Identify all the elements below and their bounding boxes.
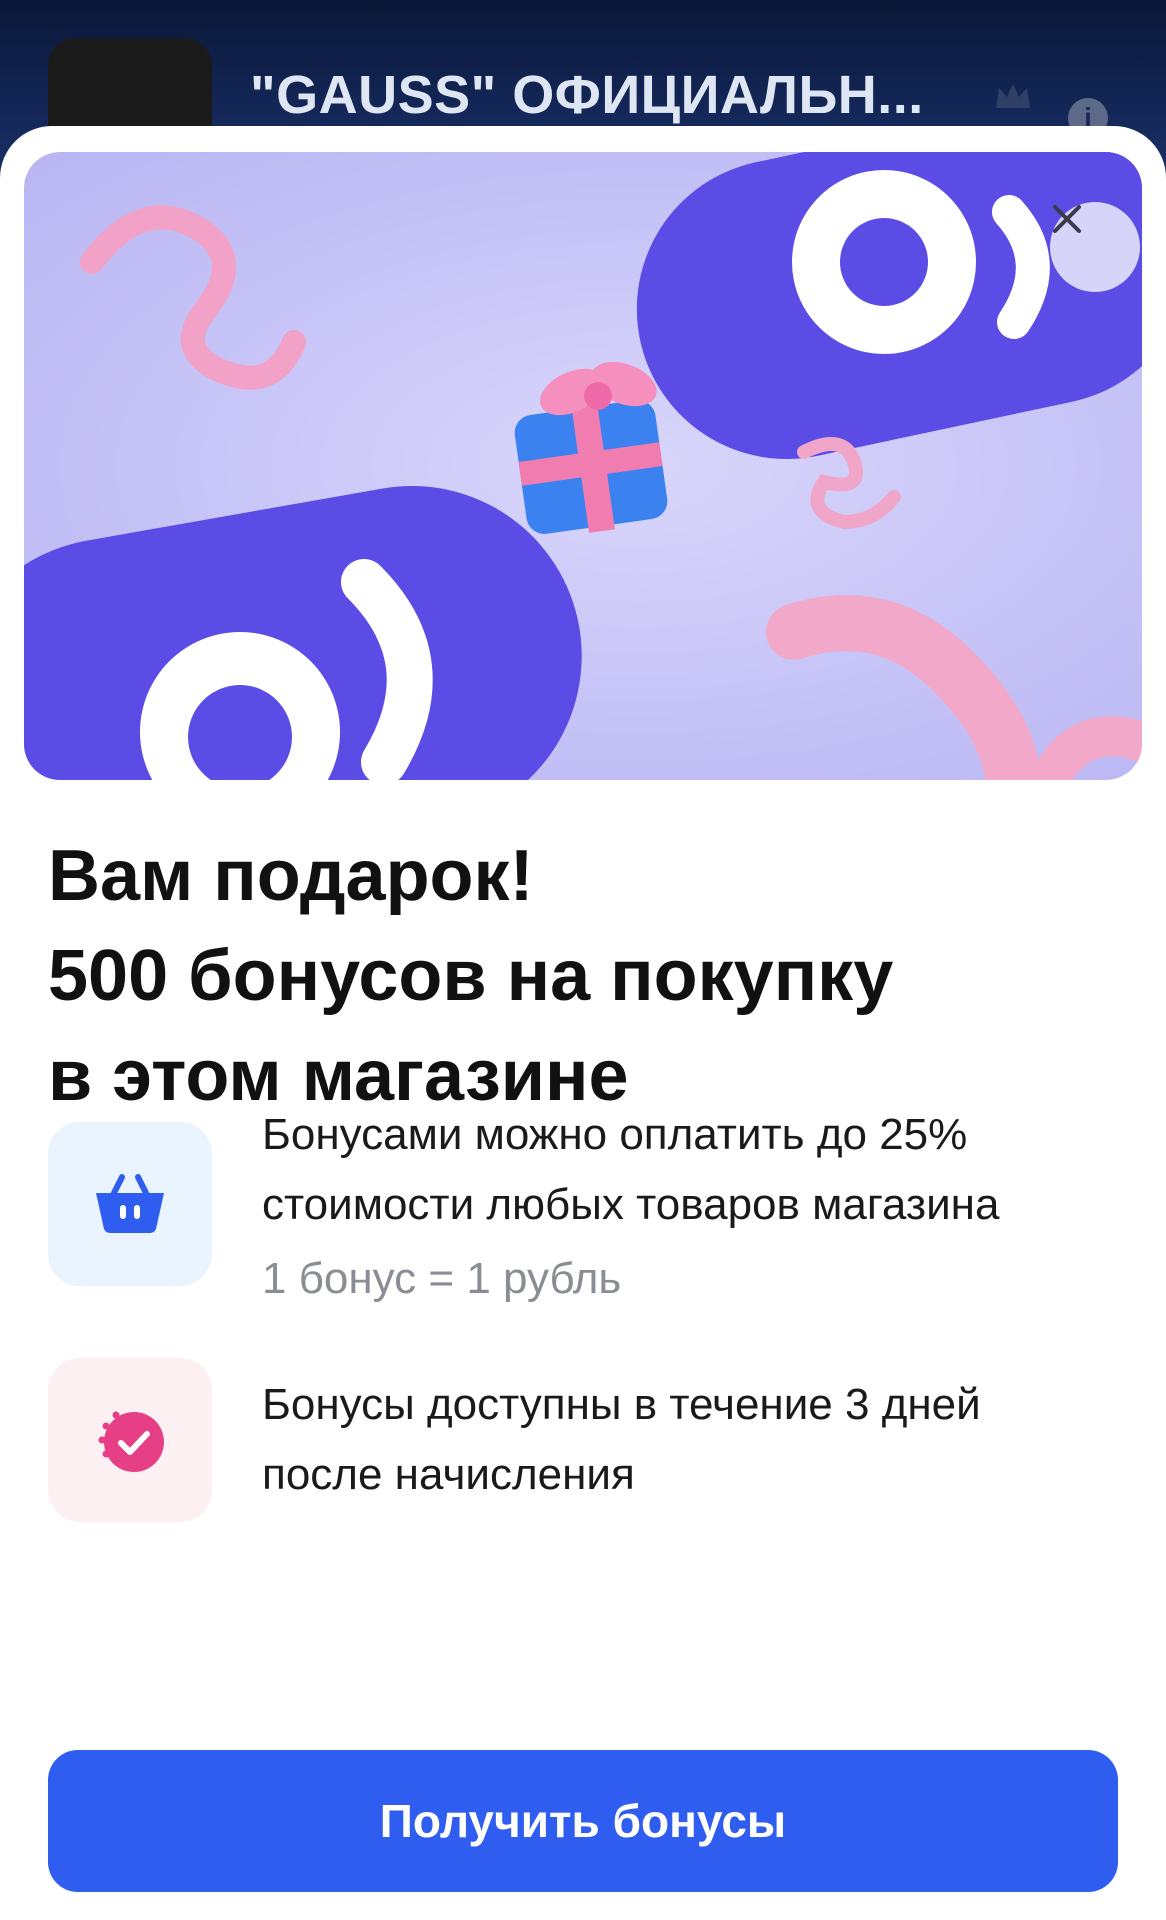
squiggle-bottom-right [766,595,1042,780]
close-icon [1053,205,1081,233]
feature-bonus-payment: Бонусами можно оплатить до 25% стоимости… [262,1100,1142,1240]
crown-icon [996,84,1030,108]
store-title: "GAUSS" ОФИЦИАЛЬН... [250,65,924,125]
basket-icon [96,1174,164,1233]
get-bonuses-button[interactable]: Получить бонусы [48,1750,1118,1892]
feature-2-line-1: Бонусы доступны в течение 3 дней [262,1380,981,1429]
feature-1-line-2: стоимости любых товаров магазина [262,1180,1000,1229]
headline-line-2: 500 бонусов на покупку [48,936,894,1016]
bonus-rate-note: 1 бонус = 1 рубль [262,1254,622,1303]
promo-banner [24,152,1142,780]
feature-bonus-expiry: Бонусы доступны в течение 3 дней после н… [262,1370,1142,1510]
brand-pill-bottom [24,485,582,780]
banner-illustration [24,152,1142,780]
basket-icon-tile [48,1122,212,1286]
timer-icon-tile [48,1358,212,1522]
timer-check-icon [98,1411,164,1472]
feature-1-line-1: Бонусами можно оплатить до 25% [262,1110,968,1159]
close-button[interactable] [1050,202,1140,292]
squiggle-top-left [80,205,306,390]
bonus-modal: Вам подарок! 500 бонусов на покупку в эт… [0,126,1166,1920]
feature-2-line-2: после начисления [262,1450,635,1499]
headline-line-1: Вам подарок! [48,836,534,916]
gift-headline: Вам подарок! 500 бонусов на покупку в эт… [48,826,1128,1126]
gift-icon [514,361,668,534]
